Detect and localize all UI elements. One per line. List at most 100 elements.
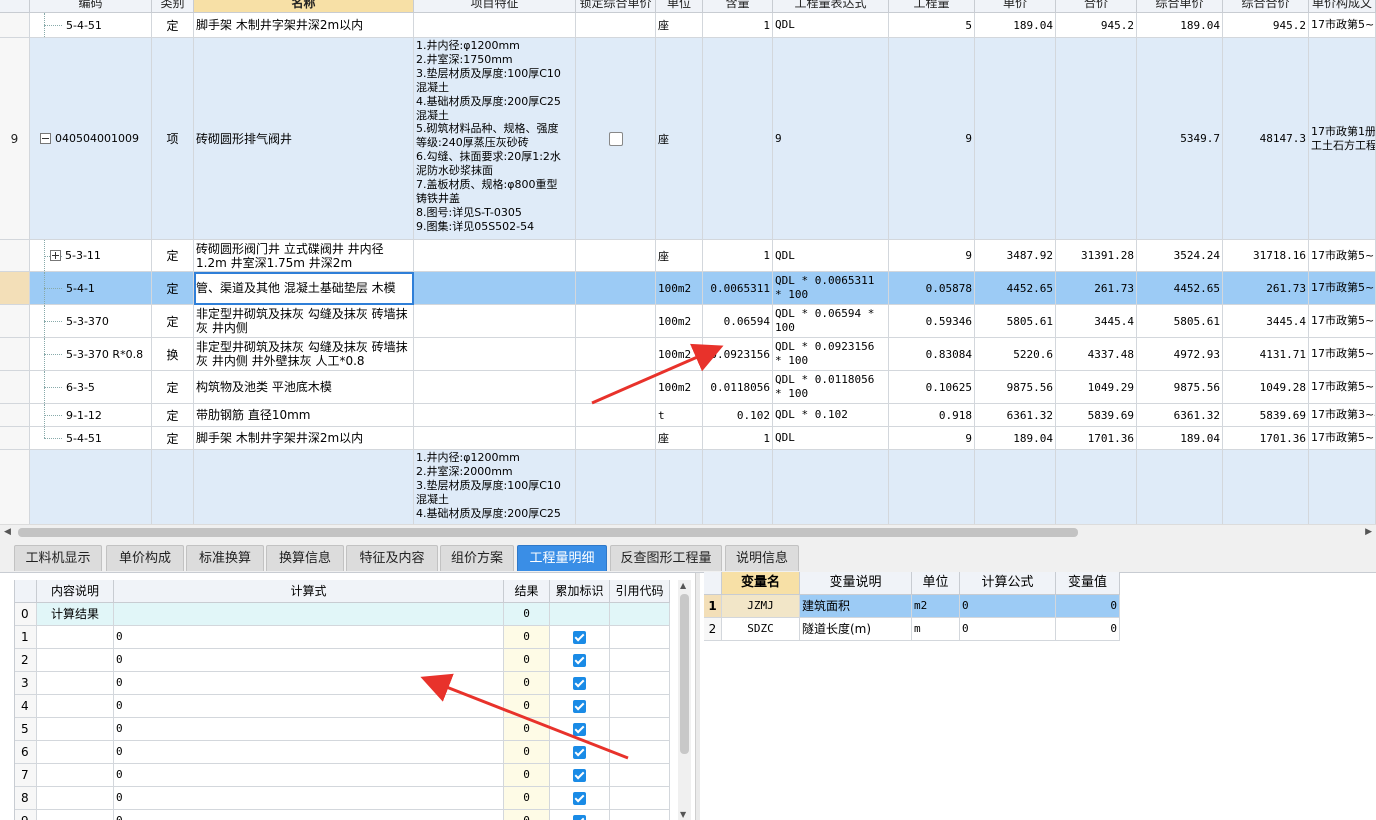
cell-total-price[interactable]: 31391.28: [1056, 240, 1137, 272]
tab-7[interactable]: 反查图形工程量: [610, 545, 722, 571]
calc-cell-result[interactable]: 0: [504, 810, 550, 820]
scroll-thumb[interactable]: [680, 594, 689, 754]
collapse-icon[interactable]: [40, 133, 51, 144]
calc-cell-formula[interactable]: 0: [114, 764, 504, 787]
cell-composite-price[interactable]: 6361.32: [1137, 404, 1223, 427]
calc-cell-result[interactable]: 0: [504, 764, 550, 787]
var-cell-variable-description[interactable]: 建筑面积: [800, 595, 912, 618]
calc-cell-formula[interactable]: 0: [114, 672, 504, 695]
cell-content[interactable]: 0.0065311: [703, 272, 773, 305]
tab-3[interactable]: 换算信息: [266, 545, 344, 571]
column-header-quantity[interactable]: 工程量: [889, 0, 975, 13]
cell-unit-price[interactable]: [975, 450, 1056, 524]
cell-unit-price[interactable]: 9875.56: [975, 371, 1056, 404]
calc-cell-description[interactable]: 计算结果: [37, 603, 114, 626]
cell-composite-total[interactable]: 945.2: [1223, 13, 1309, 38]
var-cell-variable-name[interactable]: SDZC: [722, 618, 800, 641]
accumulate-checkbox[interactable]: [573, 677, 586, 690]
row-6-3-5[interactable]: 6-3-5 定 构筑物及池类 平池底木模 100m2 0.0118056 QDL * 0.…: [0, 371, 1376, 404]
cell-unit[interactable]: 座: [656, 38, 703, 240]
cell-code[interactable]: [30, 450, 152, 524]
column-header-unit[interactable]: 单位: [656, 0, 703, 13]
scroll-down-icon[interactable]: ▼: [680, 810, 686, 819]
tab-2[interactable]: 标准换算: [186, 545, 264, 571]
cell-lock-price[interactable]: [576, 272, 656, 305]
cell-price-composition[interactable]: 17市政第5~8: [1309, 240, 1376, 272]
cell-composite-total[interactable]: 3445.4: [1223, 305, 1309, 338]
cell-lock-price[interactable]: [576, 427, 656, 450]
cell-unit-price[interactable]: 4452.65: [975, 272, 1056, 305]
calc-cell-result[interactable]: 0: [504, 672, 550, 695]
cell-unit-price[interactable]: 189.04: [975, 13, 1056, 38]
column-header-feature[interactable]: 项目特征: [414, 0, 576, 13]
calc-cell-reference-code[interactable]: [610, 695, 670, 718]
cell-total-price[interactable]: 3445.4: [1056, 305, 1137, 338]
row-5-3-11[interactable]: 5-3-11 定 砖砌圆形阀门井 立式碟阀井 井内径1.2m 井室深1.75m 井深…: [0, 240, 1376, 272]
accumulate-checkbox[interactable]: [573, 654, 586, 667]
calc-cell-accumulate-flag[interactable]: [550, 695, 610, 718]
cell-unit[interactable]: 100m2: [656, 305, 703, 338]
accumulate-checkbox[interactable]: [573, 769, 586, 782]
cell-type[interactable]: 定: [152, 13, 194, 38]
cell-total-price[interactable]: 945.2: [1056, 13, 1137, 38]
cell-price-composition[interactable]: 17市政第1册 工土石方工程: [1309, 38, 1376, 240]
var-cell-unit[interactable]: m: [912, 618, 960, 641]
calc-cell-accumulate-flag[interactable]: [550, 718, 610, 741]
cell-content[interactable]: [703, 38, 773, 240]
cell-content[interactable]: 0.06594: [703, 305, 773, 338]
calc-cell-formula[interactable]: 0: [114, 649, 504, 672]
cell-feature[interactable]: [414, 404, 576, 427]
cell-code[interactable]: 9-1-12: [30, 404, 152, 427]
cell-composite-price[interactable]: 189.04: [1137, 427, 1223, 450]
calc-cell-description[interactable]: [37, 626, 114, 649]
tab-5[interactable]: 组价方案: [440, 545, 514, 571]
calc-cell-formula[interactable]: 0: [114, 787, 504, 810]
cell-unit-price[interactable]: 6361.32: [975, 404, 1056, 427]
cell-qty-expression[interactable]: QDL * 0.06594 * 100: [773, 305, 889, 338]
cell-name[interactable]: 脚手架 木制井字架井深2m以内: [194, 427, 414, 450]
calc-header-reference-code[interactable]: 引用代码: [610, 580, 670, 603]
scroll-up-icon[interactable]: ▲: [680, 581, 686, 590]
calc-cell-reference-code[interactable]: [610, 672, 670, 695]
calc-header-formula[interactable]: 计算式: [114, 580, 504, 603]
column-header-name[interactable]: 名称: [194, 0, 414, 13]
calc-cell-description[interactable]: [37, 718, 114, 741]
cell-name[interactable]: 砖砌圆形阀门井 立式碟阀井 井内径1.2m 井室深1.75m 井深2m: [194, 240, 414, 272]
row-9-1-12[interactable]: 9-1-12 定 带肋钢筋 直径10mm t 0.102 QDL * 0.102 0.918…: [0, 404, 1376, 427]
cell-qty-expression[interactable]: 9: [773, 38, 889, 240]
cell-name[interactable]: 非定型井砌筑及抹灰 勾缝及抹灰 砖墙抹灰 井内侧: [194, 305, 414, 338]
cell-type[interactable]: 项: [152, 38, 194, 240]
cell-qty-expression[interactable]: QDL: [773, 13, 889, 38]
row-next-item[interactable]: 1.井内径:φ1200mm 2.井室深:2000mm 3.垫层材质及厚度:100…: [0, 450, 1376, 524]
cell-code[interactable]: 5-3-370: [30, 305, 152, 338]
cell-type[interactable]: 定: [152, 305, 194, 338]
cell-quantity[interactable]: 9: [889, 240, 975, 272]
cell-qty-expression[interactable]: QDL * 0.0923156 * 100: [773, 338, 889, 371]
cell-code[interactable]: 040504001009: [30, 38, 152, 240]
var-header-formula[interactable]: 计算公式: [960, 572, 1056, 595]
cell-content[interactable]: 0.102: [703, 404, 773, 427]
cell-unit-price[interactable]: 3487.92: [975, 240, 1056, 272]
cell-price-composition[interactable]: 17市政第5~8: [1309, 371, 1376, 404]
calc-cell-formula[interactable]: 0: [114, 695, 504, 718]
calc-row[interactable]: 1 00: [15, 626, 671, 649]
cell-feature[interactable]: [414, 427, 576, 450]
var-header-value[interactable]: 变量值: [1056, 572, 1120, 595]
tab-1[interactable]: 单价构成: [106, 545, 184, 571]
cell-code[interactable]: 5-3-370 R*0.8: [30, 338, 152, 371]
cell-type[interactable]: 定: [152, 371, 194, 404]
cell-content[interactable]: 1: [703, 240, 773, 272]
calc-cell-result[interactable]: 0: [504, 787, 550, 810]
cell-qty-expression[interactable]: [773, 450, 889, 524]
cell-composite-total[interactable]: 48147.3: [1223, 38, 1309, 240]
row-5-4-1[interactable]: 5-4-1 定 管、渠道及其他 混凝土基础垫层 木模 100m2 0.0065311 QD…: [0, 272, 1376, 305]
cell-unit[interactable]: t: [656, 404, 703, 427]
calc-cell-accumulate-flag[interactable]: [550, 810, 610, 820]
cell-lock-price[interactable]: [576, 338, 656, 371]
cell-unit[interactable]: 座: [656, 427, 703, 450]
cell-price-composition[interactable]: 17市政第5~8: [1309, 13, 1376, 38]
accumulate-checkbox[interactable]: [573, 792, 586, 805]
cell-unit[interactable]: 座: [656, 13, 703, 38]
accumulate-checkbox[interactable]: [573, 815, 586, 820]
cell-name[interactable]: [194, 450, 414, 524]
